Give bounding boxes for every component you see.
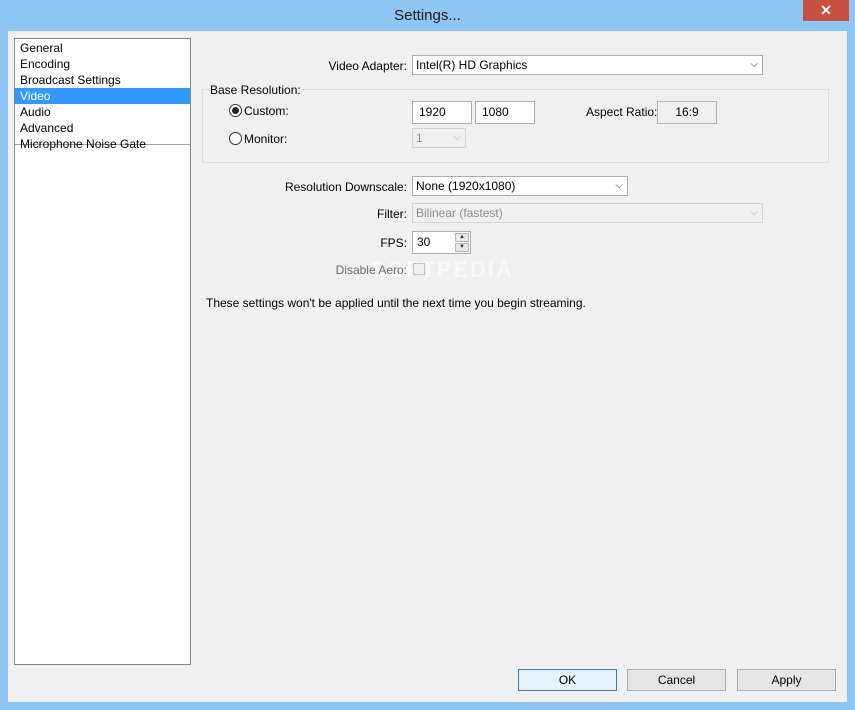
apply-button[interactable]: Apply bbox=[737, 669, 836, 691]
monitor-select[interactable]: 1 ⌵ bbox=[412, 128, 466, 148]
resolution-downscale-select[interactable]: None (1920x1080) ⌵ bbox=[412, 176, 628, 196]
chevron-down-icon: ⌵ bbox=[615, 180, 623, 191]
cancel-button[interactable]: Cancel bbox=[627, 669, 726, 691]
settings-notice: These settings won't be applied until th… bbox=[206, 296, 586, 310]
sidebar-item-advanced[interactable]: Advanced bbox=[15, 120, 190, 136]
close-icon: ✕ bbox=[820, 2, 832, 18]
video-adapter-value: Intel(R) HD Graphics bbox=[416, 58, 528, 72]
spin-down-icon[interactable]: ▼ bbox=[455, 243, 469, 252]
fps-stepper[interactable]: 30 ▲ ▼ bbox=[412, 231, 471, 254]
video-adapter-label: Video Adapter: bbox=[328, 59, 407, 73]
resolution-width-input[interactable]: 1920 bbox=[412, 101, 472, 124]
filter-value: Bilinear (fastest) bbox=[416, 206, 503, 220]
window-title: Settings... bbox=[394, 7, 461, 24]
dialog-client-area: General Encoding Broadcast Settings Vide… bbox=[8, 31, 847, 702]
settings-window: Settings... ✕ General Encoding Broadcast… bbox=[0, 0, 855, 710]
monitor-value: 1 bbox=[416, 131, 423, 145]
filter-select[interactable]: Bilinear (fastest) ⌵ bbox=[412, 203, 763, 223]
monitor-radio[interactable] bbox=[229, 132, 242, 145]
custom-radio[interactable] bbox=[229, 104, 242, 117]
aspect-ratio-value: 16:9 bbox=[657, 101, 717, 124]
sidebar-item-encoding[interactable]: Encoding bbox=[15, 56, 190, 72]
chevron-down-icon: ⌵ bbox=[750, 59, 758, 70]
title-bar[interactable]: Settings... ✕ bbox=[0, 0, 855, 31]
custom-label: Custom: bbox=[244, 104, 289, 118]
fps-value: 30 bbox=[417, 235, 431, 249]
monitor-label: Monitor: bbox=[244, 132, 288, 146]
disable-aero-label: Disable Aero: bbox=[335, 263, 407, 277]
chevron-down-icon: ⌵ bbox=[453, 132, 461, 143]
filter-label: Filter: bbox=[377, 207, 407, 221]
aspect-ratio-label: Aspect Ratio: bbox=[586, 105, 658, 119]
fps-label: FPS: bbox=[380, 236, 407, 250]
resolution-downscale-label: Resolution Downscale: bbox=[284, 180, 407, 194]
disable-aero-checkbox[interactable] bbox=[413, 263, 425, 275]
chevron-down-icon: ⌵ bbox=[750, 207, 758, 218]
resolution-height-input[interactable]: 1080 bbox=[475, 101, 535, 124]
video-adapter-select[interactable]: Intel(R) HD Graphics ⌵ bbox=[412, 55, 763, 75]
close-button[interactable]: ✕ bbox=[803, 0, 849, 21]
fps-spin-buttons: ▲ ▼ bbox=[455, 233, 469, 252]
sidebar-item-audio[interactable]: Audio bbox=[15, 104, 190, 120]
sidebar-item-general[interactable]: General bbox=[15, 40, 190, 56]
resolution-downscale-value: None (1920x1080) bbox=[416, 179, 516, 193]
sidebar-item-broadcast-settings[interactable]: Broadcast Settings bbox=[15, 72, 190, 88]
spin-up-icon[interactable]: ▲ bbox=[455, 233, 469, 242]
base-resolution-label: Base Resolution: bbox=[209, 83, 302, 97]
sidebar-item-microphone-noise-gate[interactable]: Microphone Noise Gate bbox=[15, 136, 190, 152]
sidebar-item-video[interactable]: Video bbox=[15, 88, 190, 104]
ok-button[interactable]: OK bbox=[518, 669, 617, 691]
settings-category-list[interactable]: General Encoding Broadcast Settings Vide… bbox=[14, 38, 191, 665]
